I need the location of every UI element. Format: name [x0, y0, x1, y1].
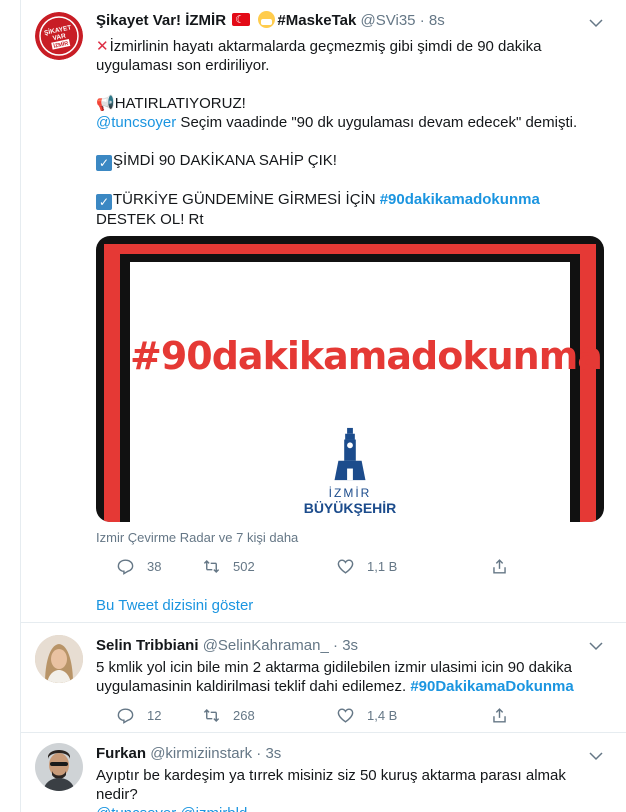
- avatar-selin[interactable]: [35, 635, 83, 683]
- face-mask-icon: [258, 11, 276, 28]
- turkey-flag-icon: [232, 10, 251, 30]
- share-button[interactable]: [490, 556, 521, 576]
- tweet-header: Selin Tribbiani @SelinKahraman_ · 3s: [96, 636, 358, 656]
- check-box-icon: ✓: [96, 194, 112, 210]
- media-logo-buyuksehir: BÜYÜKŞEHİR: [303, 500, 397, 516]
- like-button[interactable]: 1,1 B: [336, 556, 397, 576]
- tweet-timestamp[interactable]: 3s: [265, 745, 281, 762]
- tweet-header: Şikayet Var! İZMİR #MaskeTak @SVi35 · 8s: [96, 10, 445, 31]
- share-icon: [493, 707, 506, 723]
- tweet-line-text: 5 kmlik yol icin bile min 2 aktarma gidi…: [96, 659, 573, 676]
- reply-count: 38: [147, 558, 162, 574]
- mention-links[interactable]: @tuncsoyer @izmirbld: [96, 804, 616, 812]
- show-thread-link[interactable]: Bu Tweet dizisini göster: [96, 597, 253, 614]
- separator-dot: ·: [256, 745, 262, 762]
- tweet-line-text: uygulaması son erdiriliyor.: [96, 57, 270, 74]
- tweet-line-text: nedir?: [96, 786, 138, 803]
- author-name[interactable]: Şikayet Var! İZMİR: [96, 12, 226, 29]
- hashtag-link[interactable]: #90dakikamadokunma: [380, 191, 540, 208]
- retweet-count: 268: [233, 707, 255, 723]
- reply-button[interactable]: 38: [116, 556, 161, 576]
- tweet-text: 5 kmlik yol icin bile min 2 aktarma gidi…: [96, 658, 616, 696]
- heart-icon: [337, 558, 354, 574]
- share-icon: [493, 558, 506, 574]
- tweet-line: uygulamasinin kaldirilmasi teklif dahi e…: [96, 677, 616, 696]
- tweet-line-text: Ayıptır be kardeşim ya tırrek misiniz si…: [96, 767, 566, 784]
- tweet-line-text: TÜRKİYE GÜNDEMİNE GİRMESİ İÇİN: [113, 191, 380, 208]
- sikayetvar-logo: ŞİKAYET VAR İZMİR: [35, 12, 83, 60]
- tweet-line: @tuncsoyer Seçim vaadinde "90 dk uygulam…: [96, 113, 616, 132]
- retweet-button[interactable]: 502: [202, 556, 255, 576]
- tweet-actions: 12 268 1,4 B: [96, 705, 516, 725]
- reply-icon: [117, 707, 134, 724]
- author-name[interactable]: Selin Tribbiani: [96, 637, 199, 654]
- avatar-sikayetvar[interactable]: ŞİKAYET VAR İZMİR: [35, 12, 83, 60]
- tweet-line-text: İzmirlinin hayatı aktarmalarda geçmezmiş…: [109, 38, 542, 55]
- chevron-down-icon[interactable]: [587, 747, 605, 765]
- tagged-users[interactable]: Izmir Çevirme Radar ve 7 kişi daha: [96, 530, 298, 545]
- tweet-line: ✕İzmirlinin hayatı aktarmalarda geçmezmi…: [96, 37, 616, 56]
- author-name-suffix[interactable]: #MaskeTak: [277, 12, 356, 29]
- tweet-line-text: ŞİMDİ 90 DAKİKANA SAHİP ÇIK!: [113, 152, 337, 169]
- tweet-timestamp[interactable]: 3s: [342, 637, 358, 654]
- tweet-line: ✓ TÜRKİYE GÜNDEMİNE GİRMESİ İÇİN #90dakik…: [96, 190, 616, 210]
- cross-mark-icon: ✕: [96, 38, 109, 55]
- retweet-icon: [203, 708, 220, 722]
- share-button[interactable]: [490, 705, 521, 725]
- tweet-line: ✓ ŞİMDİ 90 DAKİKANA SAHİP ÇIK!: [96, 151, 616, 171]
- retweet-icon: [203, 559, 220, 573]
- heart-icon: [337, 707, 354, 723]
- selin-profile-photo: [35, 635, 83, 683]
- timeline: ŞİKAYET VAR İZMİR Şikayet Var! İZMİR #Ma…: [20, 0, 626, 812]
- check-box-icon: ✓: [96, 155, 112, 171]
- tweet-timestamp[interactable]: 8s: [429, 12, 445, 29]
- media-logo-izmir: İZMİR: [328, 486, 372, 500]
- retweet-button[interactable]: 268: [202, 705, 255, 725]
- avatar-furkan[interactable]: [35, 743, 83, 791]
- mention-tuncsoyer[interactable]: @tuncsoyer: [96, 114, 176, 131]
- megaphone-icon: 📢: [96, 95, 115, 112]
- like-count: 1,1 B: [367, 558, 398, 574]
- hashtag-link[interactable]: #90DakikamaDokunma: [410, 678, 573, 695]
- reply-count: 12: [147, 707, 162, 723]
- author-handle[interactable]: @SVi35: [361, 12, 416, 29]
- tweet-line-text: HATIRLATIYORUZ!: [114, 95, 246, 112]
- tweet-line-text: Seçim vaadinde "90 dk uygulaması devam e…: [176, 114, 578, 131]
- author-handle[interactable]: @kirmiziinstark: [150, 745, 252, 762]
- like-count: 1,4 B: [367, 707, 398, 723]
- separator-dot: ·: [419, 12, 425, 29]
- tweet-furkan[interactable]: Furkan @kirmiziinstark · 3s Ayıptır be k…: [21, 733, 626, 812]
- izmir-clock-tower-icon: [334, 427, 366, 481]
- tweet-line-text: DESTEK OL! Rt: [96, 211, 204, 228]
- furkan-profile-photo: [35, 743, 83, 791]
- tweet-media-image[interactable]: #90dakikamadokunma İZMİR BÜYÜKŞEHİR: [96, 236, 604, 522]
- chevron-down-icon[interactable]: [587, 14, 605, 32]
- tweet-line: 📢HATIRLATIYORUZ!: [96, 94, 616, 113]
- tweet-text: ✕İzmirlinin hayatı aktarmalarda geçmezmi…: [96, 37, 616, 229]
- reply-icon: [117, 558, 134, 575]
- tweet-actions: 38 502 1,1 B: [96, 556, 516, 576]
- tweet-selin[interactable]: Selin Tribbiani @SelinKahraman_ · 3s 5 k…: [21, 623, 626, 732]
- separator-dot: ·: [333, 637, 339, 654]
- tweet-sikayetvar[interactable]: ŞİKAYET VAR İZMİR Şikayet Var! İZMİR #Ma…: [21, 0, 626, 622]
- media-hashtag-text: #90dakikamadokunma: [130, 334, 603, 378]
- tweet-text: Ayıptır be kardeşim ya tırrek misiniz si…: [96, 766, 616, 812]
- retweet-count: 502: [233, 558, 255, 574]
- author-handle[interactable]: @SelinKahraman_: [203, 637, 329, 654]
- reply-button[interactable]: 12: [116, 705, 161, 725]
- chevron-down-icon[interactable]: [587, 637, 605, 655]
- tweet-header: Furkan @kirmiziinstark · 3s: [96, 744, 281, 764]
- like-button[interactable]: 1,4 B: [336, 705, 397, 725]
- tweet-line-text: uygulamasinin kaldirilmasi teklif dahi e…: [96, 678, 411, 695]
- author-name[interactable]: Furkan: [96, 745, 146, 762]
